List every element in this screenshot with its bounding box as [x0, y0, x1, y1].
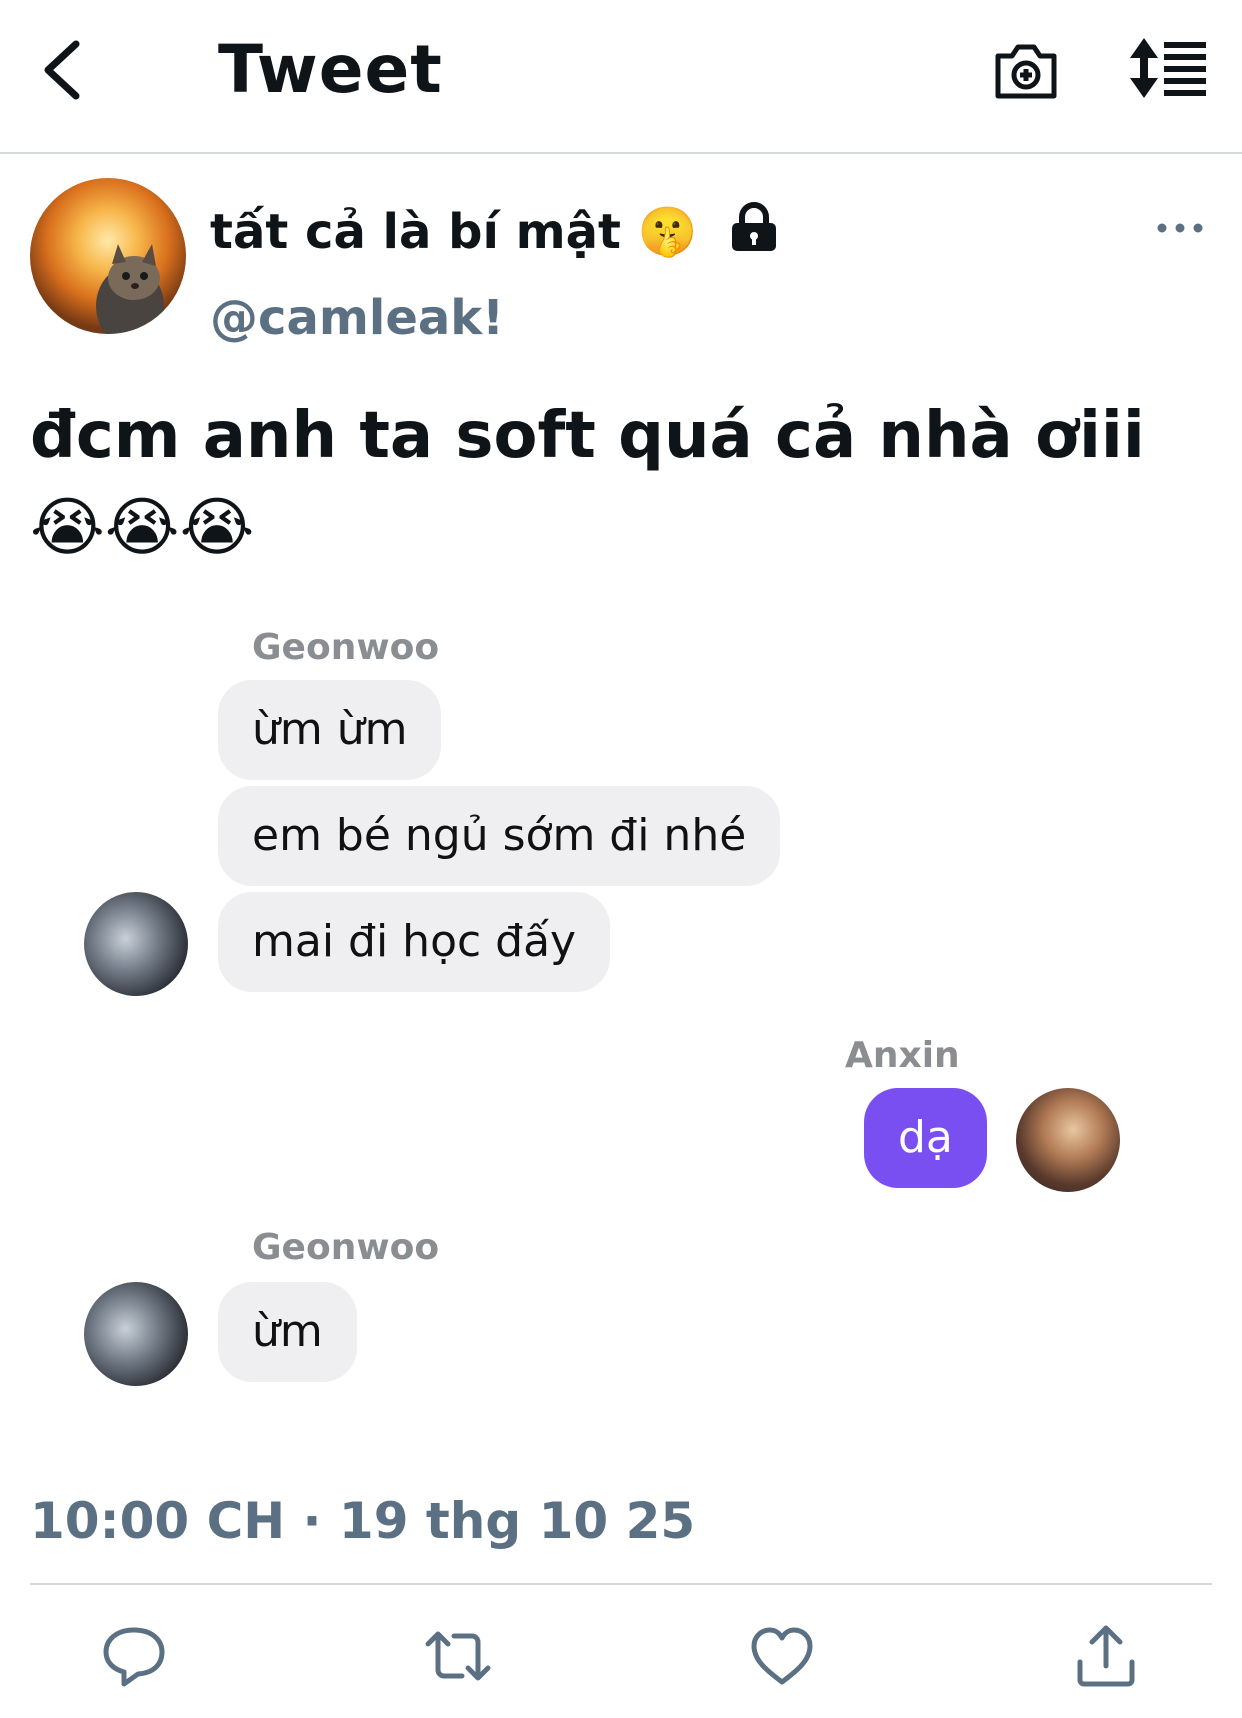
chat-sender-name: Geonwoo	[252, 1227, 440, 1268]
chat-bubble-incoming: ừm ừm	[218, 680, 442, 780]
more-button[interactable]	[1150, 210, 1210, 246]
author-display-name[interactable]: tất cả là bí mật 🤫	[210, 200, 780, 269]
retweet-button[interactable]	[422, 1620, 494, 1692]
back-button[interactable]	[36, 34, 98, 106]
chat-avatar-anxin	[1016, 1088, 1120, 1192]
author-avatar[interactable]	[30, 178, 186, 334]
sort-button[interactable]	[1130, 36, 1210, 100]
chat-bubble-incoming: ừm	[218, 1282, 357, 1382]
cat-avatar-image	[96, 244, 164, 334]
display-name-text: tất cả là bí mật 🤫	[210, 204, 698, 260]
share-button[interactable]	[1070, 1620, 1142, 1692]
like-button[interactable]	[746, 1620, 818, 1692]
reply-button[interactable]	[98, 1620, 170, 1692]
author-handle[interactable]: @camleak!	[210, 286, 504, 350]
lock-icon	[728, 201, 780, 269]
camera-add-icon	[995, 44, 1057, 99]
chevron-left-icon	[44, 40, 80, 100]
chat-avatar-geonwoo	[84, 892, 188, 996]
reply-icon	[103, 1627, 165, 1687]
divider	[30, 1583, 1212, 1585]
camera-button[interactable]	[992, 38, 1060, 102]
chat-bubble-incoming: mai đi học đấy	[218, 892, 611, 992]
sort-list-icon	[1130, 38, 1206, 98]
chat-bubble-incoming: em bé ngủ sớm đi nhé	[218, 786, 781, 886]
chat-sender-name: Geonwoo	[252, 627, 440, 668]
tweet-text: đcm anh ta soft quá cả nhà ơiii😭😭😭	[30, 399, 1145, 565]
heart-icon	[751, 1627, 813, 1685]
chat-sender-name: Anxin	[845, 1035, 960, 1076]
page-title: Tweet	[218, 31, 443, 108]
retweet-icon	[425, 1631, 491, 1681]
tweet-timestamp: 10:00 CH · 19 thg 10 25	[30, 1492, 696, 1550]
chat-avatar-geonwoo	[84, 1282, 188, 1386]
share-icon	[1077, 1625, 1135, 1687]
more-horizontal-icon	[1157, 223, 1203, 233]
chat-bubble-outgoing: dạ	[864, 1088, 987, 1188]
top-bar: Tweet	[0, 0, 1242, 154]
